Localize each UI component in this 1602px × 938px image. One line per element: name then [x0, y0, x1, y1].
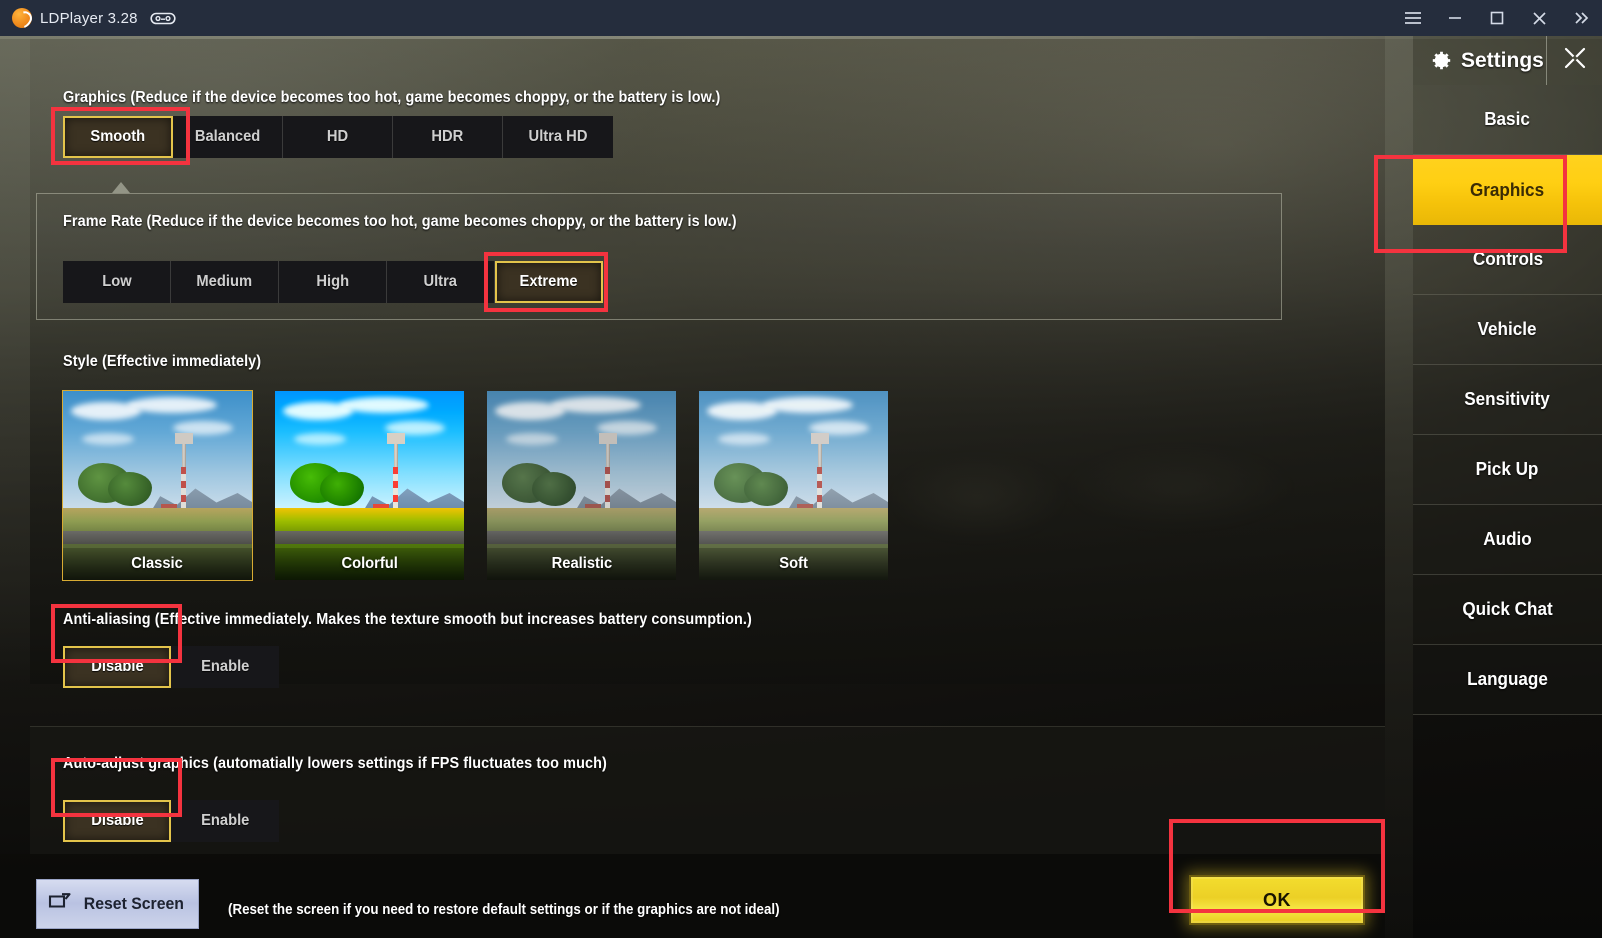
- left-edge-strip: [0, 36, 30, 686]
- sidebar-title: Settings: [1461, 48, 1544, 72]
- titlebar-left: LDPlayer 3.28: [0, 8, 176, 28]
- style-section-label: Style (Effective immediately): [63, 353, 262, 370]
- app-title: LDPlayer 3.28: [40, 9, 138, 27]
- reset-screen-hint: (Reset the screen if you need to restore…: [228, 902, 780, 918]
- frame-rate-option-extreme[interactable]: Extreme: [495, 261, 603, 303]
- auto-adjust-option-disable[interactable]: Disable: [63, 800, 171, 842]
- sidebar-item-audio[interactable]: Audio: [1413, 505, 1602, 575]
- graphics-option-group: Smooth Balanced HD HDR Ultra HD: [63, 116, 613, 158]
- frame-rate-option-group: Low Medium High Ultra Extreme: [63, 261, 603, 303]
- sidebar-item-graphics[interactable]: Graphics: [1413, 155, 1602, 225]
- style-option-group: Classic Colorful Realistic Soft: [62, 390, 888, 581]
- menu-button[interactable]: [1392, 0, 1434, 36]
- game-viewport: Graphics (Reduce if the device becomes t…: [0, 36, 1602, 938]
- sidebar-item-vehicle[interactable]: Vehicle: [1413, 295, 1602, 365]
- sidebar-item-basic[interactable]: Basic: [1413, 85, 1602, 155]
- style-option-realistic[interactable]: Realistic: [487, 391, 676, 580]
- sidebar-item-sensitivity[interactable]: Sensitivity: [1413, 365, 1602, 435]
- anti-aliasing-option-enable[interactable]: Enable: [171, 646, 279, 688]
- close-x-icon: [1561, 44, 1589, 77]
- sidebar-header: Settings: [1413, 36, 1602, 85]
- reset-screen-label: Reset Screen: [83, 894, 184, 913]
- ldplayer-window: LDPlayer 3.28 Graphics (Reduce if the de…: [0, 0, 1602, 938]
- sidebar-item-language[interactable]: Language: [1413, 645, 1602, 715]
- sidebar-item-controls[interactable]: Controls: [1413, 225, 1602, 295]
- settings-content: Graphics (Reduce if the device becomes t…: [0, 36, 1385, 938]
- anti-aliasing-option-disable[interactable]: Disable: [63, 646, 171, 688]
- sidebar-item-pick-up[interactable]: Pick Up: [1413, 435, 1602, 505]
- graphics-option-smooth[interactable]: Smooth: [63, 116, 173, 158]
- settings-sidebar: Settings Basic Graphics Controls Vehicle…: [1385, 36, 1602, 938]
- graphics-option-balanced[interactable]: Balanced: [173, 116, 283, 158]
- auto-adjust-section-label: Auto-adjust graphics (automatially lower…: [63, 755, 607, 772]
- minimize-button[interactable]: [1434, 0, 1476, 36]
- frame-rate-callout-arrow: [112, 182, 130, 193]
- frame-rate-option-high[interactable]: High: [279, 261, 387, 303]
- anti-aliasing-section-label: Anti-aliasing (Effective immediately. Ma…: [63, 611, 752, 628]
- anti-aliasing-option-group: Disable Enable: [63, 646, 279, 688]
- graphics-section-label: Graphics (Reduce if the device becomes t…: [63, 89, 721, 106]
- reset-screen-button[interactable]: Reset Screen: [36, 879, 199, 929]
- auto-adjust-option-group: Disable Enable: [63, 800, 279, 842]
- close-settings-button[interactable]: [1546, 36, 1602, 85]
- expand-sidebar-button[interactable]: [1560, 0, 1602, 36]
- reset-screen-icon: [48, 892, 72, 916]
- style-caption-classic: Classic: [63, 548, 252, 580]
- titlebar-controls: [1392, 0, 1602, 36]
- style-option-soft[interactable]: Soft: [699, 391, 888, 580]
- frame-rate-option-medium[interactable]: Medium: [171, 261, 279, 303]
- frame-rate-option-low[interactable]: Low: [63, 261, 171, 303]
- frame-rate-section-label: Frame Rate (Reduce if the device becomes…: [63, 213, 737, 230]
- graphics-option-hd[interactable]: HD: [283, 116, 393, 158]
- ldplayer-logo-icon: [12, 8, 32, 28]
- graphics-option-hdr[interactable]: HDR: [393, 116, 503, 158]
- ok-button[interactable]: OK: [1189, 875, 1365, 925]
- close-button[interactable]: [1518, 0, 1560, 36]
- frame-rate-option-ultra[interactable]: Ultra: [387, 261, 495, 303]
- maximize-button[interactable]: [1476, 0, 1518, 36]
- style-caption-realistic: Realistic: [487, 548, 676, 580]
- sidebar-edge-strip: [1385, 36, 1413, 938]
- style-caption-soft: Soft: [699, 548, 888, 580]
- gear-icon: [1427, 48, 1453, 74]
- style-caption-colorful: Colorful: [275, 548, 464, 580]
- sidebar-menu: Basic Graphics Controls Vehicle Sensitiv…: [1413, 85, 1602, 715]
- auto-adjust-option-enable[interactable]: Enable: [171, 800, 279, 842]
- gamepad-icon[interactable]: [150, 10, 176, 26]
- sidebar-item-quick-chat[interactable]: Quick Chat: [1413, 575, 1602, 645]
- window-titlebar: LDPlayer 3.28: [0, 0, 1602, 36]
- style-option-classic[interactable]: Classic: [62, 390, 253, 581]
- footer-panel: [0, 854, 1385, 938]
- graphics-option-ultra-hd[interactable]: Ultra HD: [503, 116, 613, 158]
- style-option-colorful[interactable]: Colorful: [275, 391, 464, 580]
